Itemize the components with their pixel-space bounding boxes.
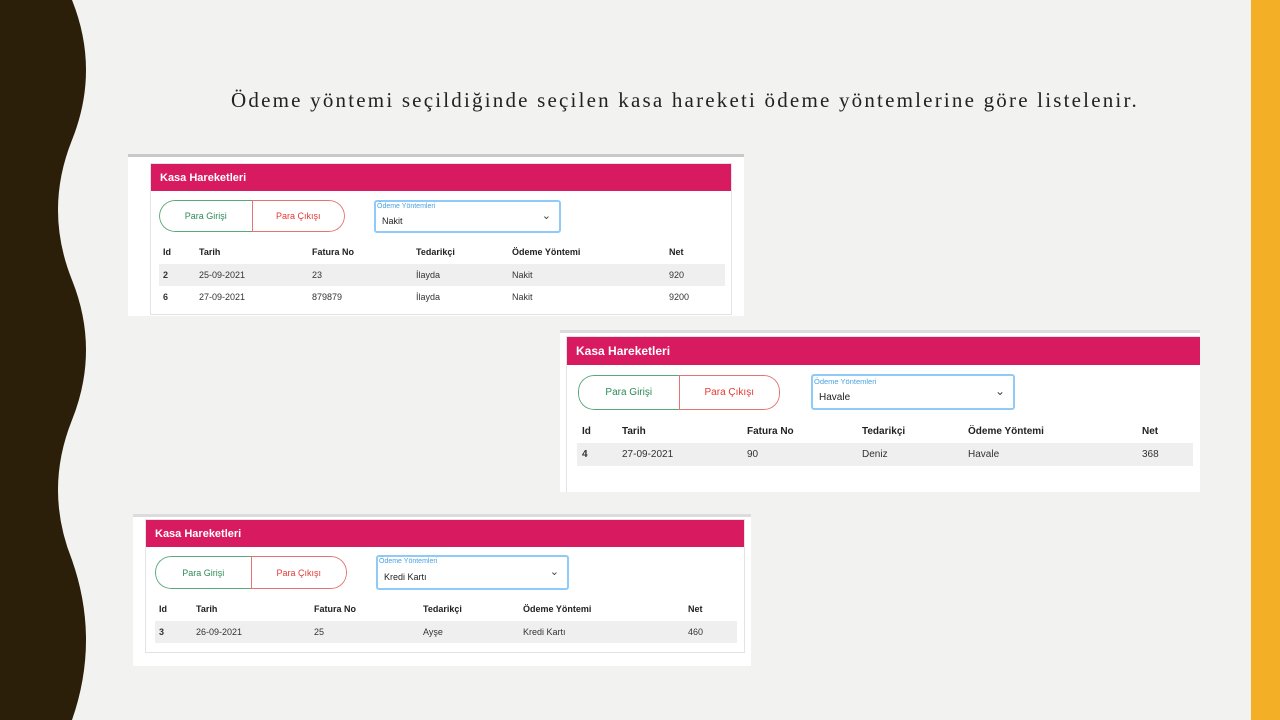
- col-tarih: Tarih: [622, 425, 646, 437]
- col-tedarikci: Tedarikçi: [416, 247, 455, 257]
- select-value: Kredi Kartı: [384, 572, 427, 582]
- table-row[interactable]: 3 26-09-2021 25 Ayşe Kredi Kartı 460: [155, 621, 737, 643]
- table-row[interactable]: 2 25-09-2021 23 İlayda Nakit 920: [159, 264, 725, 286]
- cell-net: 460: [688, 627, 704, 637]
- slide-title: Ödeme yöntemi seçildiğinde seçilen kasa …: [231, 88, 1139, 112]
- cell-fatura-no: 25: [314, 627, 325, 637]
- cell-odeme-yontemi: Nakit: [512, 292, 533, 302]
- payment-method-select[interactable]: Ödeme Yöntemleri Kredi Kartı ⌄: [376, 555, 569, 590]
- screenshot-nakit: Kasa Hareketleri Para Girişi Para Çıkışı…: [128, 154, 744, 316]
- cell-net: 920: [669, 270, 685, 280]
- cell-odeme-yontemi: Havale: [968, 449, 1000, 460]
- kasa-card: Kasa Hareketleri Para Girişi Para Çıkışı…: [145, 519, 745, 653]
- col-id: Id: [163, 247, 171, 257]
- transactions-table: Id Tarih Fatura No Tedarikçi Ödeme Yönte…: [577, 419, 1193, 466]
- cell-tarih: 26-09-2021: [196, 627, 243, 637]
- table-row[interactable]: 4 27-09-2021 90 Deniz Havale 368: [577, 443, 1193, 466]
- cell-tarih: 27-09-2021: [199, 292, 246, 302]
- col-id: Id: [159, 604, 167, 614]
- cell-odeme-yontemi: Nakit: [512, 270, 533, 280]
- cell-tedarikci: İlayda: [416, 270, 441, 280]
- decorative-right-band: [1251, 0, 1280, 720]
- para-girisi-button[interactable]: Para Girişi: [159, 200, 252, 232]
- select-value: Havale: [819, 392, 851, 403]
- chevron-down-icon: ⌄: [549, 566, 559, 578]
- col-odeme-yontemi: Ödeme Yöntemi: [523, 604, 592, 614]
- col-fatura-no: Fatura No: [312, 247, 355, 257]
- para-girisi-button[interactable]: Para Girişi: [578, 375, 679, 410]
- cell-tedarikci: Ayşe: [423, 627, 443, 637]
- cash-direction-toggle: Para Girişi Para Çıkışı: [159, 200, 345, 232]
- col-tedarikci: Tedarikçi: [423, 604, 462, 614]
- cell-id: 4: [582, 449, 588, 460]
- col-net: Net: [688, 604, 703, 614]
- card-header: Kasa Hareketleri: [151, 164, 731, 191]
- screenshot-havale: Kasa Hareketleri Para Girişi Para Çıkışı…: [560, 330, 1200, 492]
- col-odeme-yontemi: Ödeme Yöntemi: [512, 247, 581, 257]
- select-label: Ödeme Yöntemleri: [814, 377, 877, 386]
- table-header-row: Id Tarih Fatura No Tedarikçi Ödeme Yönte…: [155, 597, 737, 621]
- col-fatura-no: Fatura No: [747, 425, 794, 437]
- col-net: Net: [669, 247, 684, 257]
- kasa-card: Kasa Hareketleri Para Girişi Para Çıkışı…: [150, 163, 732, 315]
- para-cikisi-button[interactable]: Para Çıkışı: [250, 556, 347, 589]
- para-cikisi-button[interactable]: Para Çıkışı: [678, 375, 780, 410]
- cell-fatura-no: 879879: [312, 292, 343, 302]
- col-tarih: Tarih: [199, 247, 221, 257]
- kasa-card: Kasa Hareketleri Para Girişi Para Çıkışı…: [566, 336, 1200, 492]
- cell-tedarikci: Deniz: [862, 449, 888, 460]
- card-header: Kasa Hareketleri: [146, 520, 744, 547]
- decorative-wave-band: [0, 0, 86, 720]
- select-value: Nakit: [382, 216, 403, 226]
- cell-id: 3: [159, 627, 165, 637]
- cell-net: 368: [1142, 449, 1159, 460]
- select-label: Ödeme Yöntemleri: [379, 558, 438, 565]
- screenshot-kredi-karti: Kasa Hareketleri Para Girişi Para Çıkışı…: [133, 514, 751, 666]
- table-header-row: Id Tarih Fatura No Tedarikçi Ödeme Yönte…: [577, 419, 1193, 443]
- cell-tarih: 25-09-2021: [199, 270, 246, 280]
- col-odeme-yontemi: Ödeme Yöntemi: [968, 425, 1044, 437]
- transactions-table: Id Tarih Fatura No Tedarikçi Ödeme Yönte…: [155, 597, 737, 643]
- cell-fatura-no: 90: [747, 449, 759, 460]
- table-row[interactable]: 6 27-09-2021 879879 İlayda Nakit 9200: [159, 286, 725, 308]
- table-header-row: Id Tarih Fatura No Tedarikçi Ödeme Yönte…: [159, 240, 725, 264]
- para-girisi-button[interactable]: Para Girişi: [155, 556, 251, 589]
- payment-method-select[interactable]: Ödeme Yöntemleri Havale ⌄: [811, 374, 1015, 410]
- col-tedarikci: Tedarikçi: [862, 425, 906, 437]
- chevron-down-icon: ⌄: [994, 384, 1005, 398]
- cash-direction-toggle: Para Girişi Para Çıkışı: [155, 556, 347, 589]
- col-tarih: Tarih: [196, 604, 218, 614]
- cell-id: 6: [163, 292, 169, 302]
- col-net: Net: [1142, 425, 1159, 437]
- chevron-down-icon: ⌄: [541, 210, 551, 222]
- cell-tedarikci: İlayda: [416, 292, 441, 302]
- transactions-table: Id Tarih Fatura No Tedarikçi Ödeme Yönte…: [159, 240, 725, 308]
- card-header: Kasa Hareketleri: [567, 337, 1200, 365]
- cell-id: 2: [163, 270, 169, 280]
- cell-fatura-no: 23: [312, 270, 323, 280]
- cell-net: 9200: [669, 292, 690, 302]
- cell-odeme-yontemi: Kredi Kartı: [523, 627, 566, 637]
- para-cikisi-button[interactable]: Para Çıkışı: [251, 200, 345, 232]
- select-label: Ödeme Yöntemleri: [377, 203, 436, 210]
- cell-tarih: 27-09-2021: [622, 449, 674, 460]
- payment-method-select[interactable]: Ödeme Yöntemleri Nakit ⌄: [374, 200, 561, 233]
- col-fatura-no: Fatura No: [314, 604, 357, 614]
- col-id: Id: [582, 425, 591, 437]
- cash-direction-toggle: Para Girişi Para Çıkışı: [578, 375, 780, 410]
